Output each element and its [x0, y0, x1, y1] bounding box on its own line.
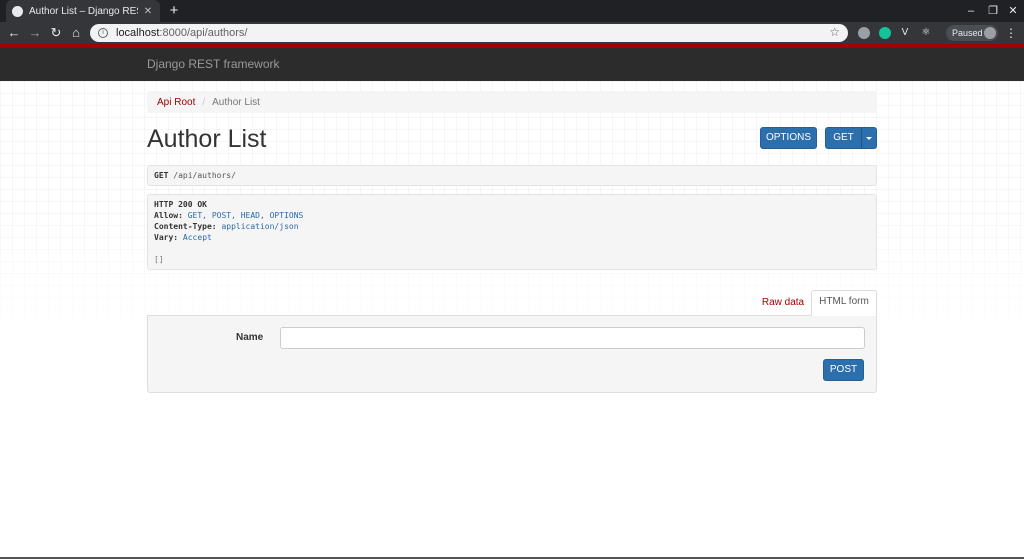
breadcrumb-api-root[interactable]: Api Root — [157, 97, 195, 108]
response-header: Content-Type: application/json — [154, 221, 870, 232]
breadcrumb: Api Root / Author List — [147, 91, 877, 113]
breadcrumb-current: Author List — [212, 96, 260, 108]
header-key: Allow: — [154, 211, 183, 220]
react-devtools-icon[interactable]: ⚛ — [920, 27, 932, 39]
reload-icon[interactable]: ↻ — [47, 24, 65, 42]
drf-navbar: Django REST framework — [0, 48, 1024, 81]
response-status: HTTP 200 OK — [154, 200, 207, 209]
browser-toolbar: ← → ↻ ⌂ i localhost:8000/api/authors/ ☆ … — [0, 22, 1024, 44]
url-host: localhost — [116, 27, 160, 39]
extension-icon[interactable] — [858, 27, 870, 39]
header-value: application/json — [221, 222, 299, 231]
get-button[interactable]: GET — [825, 127, 862, 149]
close-window-icon[interactable]: ✕ — [1002, 0, 1024, 22]
caret-down-icon — [866, 137, 872, 140]
grammarly-icon[interactable] — [879, 27, 891, 39]
address-bar[interactable]: i localhost:8000/api/authors/ ☆ — [90, 24, 848, 42]
avatar — [984, 27, 996, 39]
header-value: GET, POST, HEAD, OPTIONS — [187, 211, 304, 220]
request-info: GET /api/authors/ — [147, 165, 877, 186]
profile-status: Paused — [952, 28, 983, 38]
back-icon[interactable]: ← — [5, 24, 23, 42]
header-key: Content-Type: — [154, 222, 217, 231]
tab-html-form[interactable]: HTML form — [811, 290, 877, 316]
restore-icon[interactable]: ❐ — [982, 0, 1004, 22]
tab-title: Author List – Django REST fram — [29, 5, 138, 17]
options-button[interactable]: OPTIONS — [760, 127, 817, 149]
request-method: GET — [154, 171, 169, 180]
header-key: Vary: — [154, 233, 179, 242]
post-button[interactable]: POST — [823, 359, 864, 381]
vue-devtools-icon[interactable]: V — [899, 27, 911, 39]
home-icon[interactable]: ⌂ — [67, 24, 85, 42]
get-format-dropdown[interactable] — [861, 127, 877, 149]
response-body: [] — [154, 255, 164, 264]
url-path: :8000/api/authors/ — [159, 27, 248, 39]
close-icon[interactable]: ✕ — [142, 6, 154, 17]
name-input[interactable] — [280, 327, 865, 349]
info-icon[interactable]: i — [98, 28, 108, 38]
new-tab-button[interactable]: + — [166, 2, 182, 20]
response-header: Allow: GET, POST, HEAD, OPTIONS — [154, 210, 870, 221]
brand-link[interactable]: Django REST framework — [147, 57, 280, 71]
name-label: Name — [236, 332, 264, 343]
breadcrumb-separator: / — [202, 96, 206, 108]
globe-icon — [12, 5, 23, 17]
profile-button[interactable]: Paused — [946, 25, 998, 41]
minimize-icon[interactable]: – — [960, 0, 982, 22]
browser-tab[interactable]: Author List – Django REST fram ✕ — [6, 0, 160, 22]
forward-icon[interactable]: → — [26, 24, 44, 42]
response-info: HTTP 200 OK Allow: GET, POST, HEAD, OPTI… — [147, 194, 877, 270]
tab-raw-data[interactable]: Raw data — [757, 292, 809, 314]
bookmark-star-icon[interactable]: ☆ — [829, 25, 840, 39]
response-header: Vary: Accept — [154, 232, 870, 243]
request-path: /api/authors/ — [173, 171, 236, 180]
browser-tab-bar: Author List – Django REST fram ✕ + – ❐ ✕ — [0, 0, 1024, 22]
page-title: Author List — [147, 125, 267, 153]
header-value: Accept — [182, 233, 212, 242]
menu-kebab-icon[interactable]: ⋮ — [1004, 25, 1018, 41]
